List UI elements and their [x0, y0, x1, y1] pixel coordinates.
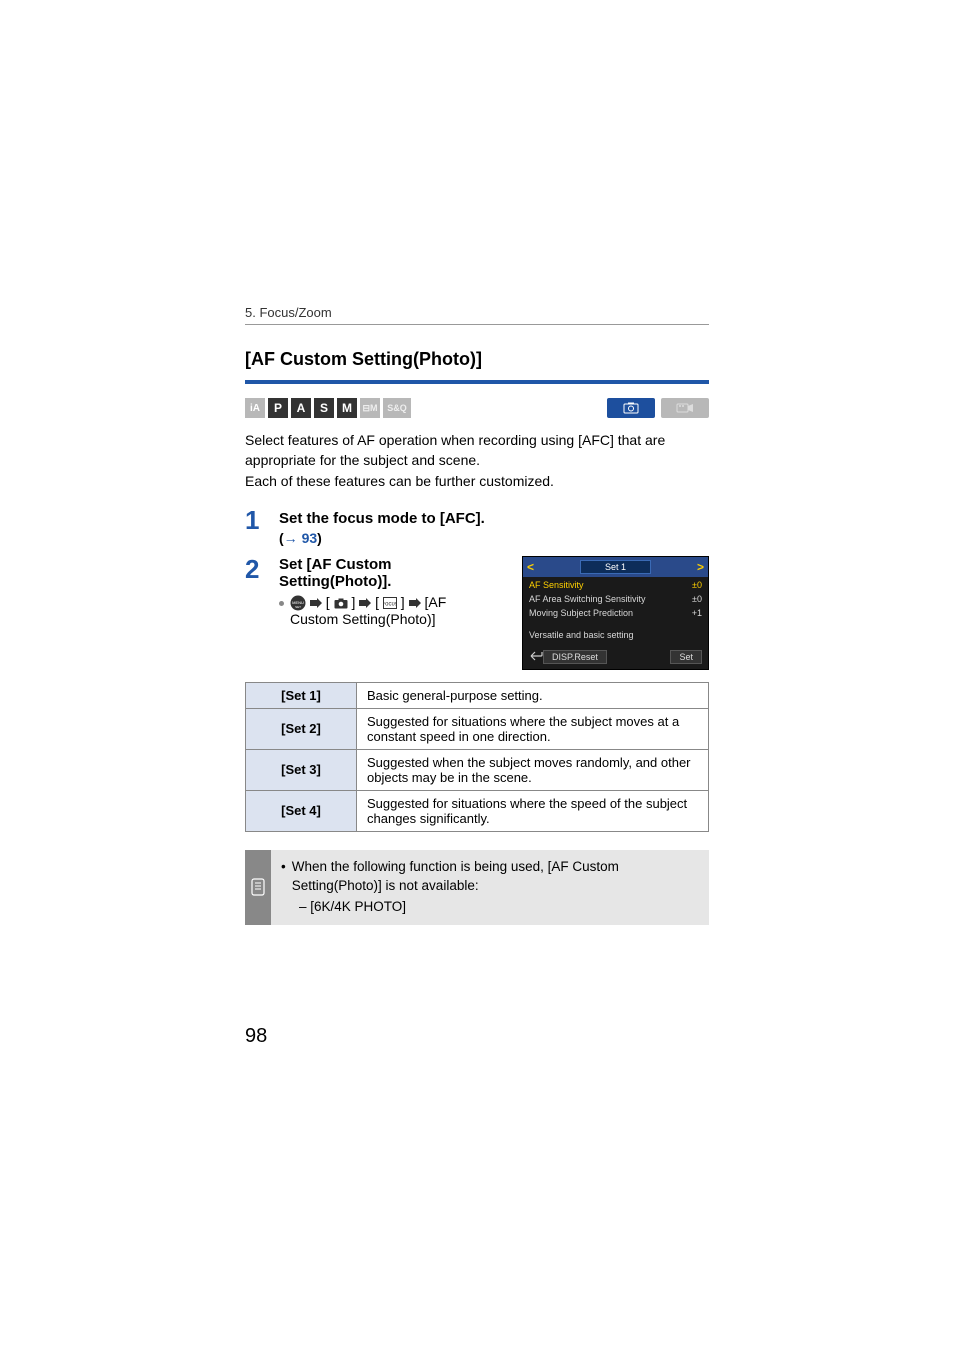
camera-desc: Versatile and basic setting [523, 624, 708, 646]
camera-set-title: Set 1 [580, 560, 651, 574]
path-arrow-icon [359, 598, 371, 608]
step-1-title: Set the focus mode to [AFC]. [279, 510, 709, 527]
camera-row-label: AF Area Switching Sensitivity [529, 594, 646, 604]
table-row: [Set 1] Basic general-purpose setting. [246, 682, 709, 708]
camera-row-af-sensitivity: AF Sensitivity ±0 [529, 578, 702, 592]
set-desc: Suggested for situations where the subje… [357, 708, 709, 749]
page-ref-link[interactable]: 93 [302, 530, 318, 546]
camera-preview: < Set 1 > AF Sensitivity ±0 AF Area Swit… [522, 556, 709, 670]
camera-row-value: ±0 [692, 580, 702, 590]
category-icons [607, 398, 709, 418]
note-bullet: When the following function is being use… [281, 858, 697, 896]
note-icon [245, 850, 271, 925]
set-desc: Suggested when the subject moves randoml… [357, 749, 709, 790]
table-row: [Set 4] Suggested for situations where t… [246, 790, 709, 831]
table-row: [Set 3] Suggested when the subject moves… [246, 749, 709, 790]
table-row: [Set 2] Suggested for situations where t… [246, 708, 709, 749]
breadcrumb: 5. Focus/Zoom [245, 305, 709, 325]
step-2-title: Set [AF Custom Setting(Photo)]. [279, 556, 498, 590]
focus-tab-icon: ꜰᴏᴄᴜꜱ [383, 597, 397, 609]
camera-set-btn: Set [670, 650, 702, 664]
camera-row-value: +1 [692, 608, 702, 618]
svg-text:ꜰᴏᴄᴜꜱ: ꜰᴏᴄᴜꜱ [383, 602, 397, 608]
intro-text: Select features of AF operation when rec… [245, 430, 709, 491]
mode-dial-icons: iA P A S M ⊟M S&Q [245, 398, 411, 418]
svg-text:SET: SET [295, 605, 301, 609]
chevron-right-icon: > [697, 560, 704, 574]
mode-ia-icon: iA [245, 398, 265, 418]
camera-row-label: AF Sensitivity [529, 580, 584, 590]
photo-category-icon [607, 398, 655, 418]
settings-table: [Set 1] Basic general-purpose setting. [… [245, 682, 709, 832]
step-2: 2 Set [AF Custom Setting(Photo)]. MENUSE… [245, 556, 709, 670]
set-name: [Set 4] [246, 790, 357, 831]
ref-close: ) [317, 530, 322, 546]
set-name: [Set 2] [246, 708, 357, 749]
note-box: When the following function is being use… [245, 850, 709, 925]
camera-row-moving-subject: Moving Subject Prediction +1 [529, 606, 702, 620]
camera-disp-reset: DISP.Reset [543, 650, 607, 664]
back-arrow-icon [529, 651, 543, 663]
right-arrow-icon: → [284, 530, 298, 546]
mode-p-icon: P [268, 398, 288, 418]
video-category-icon [661, 398, 709, 418]
set-desc: Suggested for situations where the speed… [357, 790, 709, 831]
bullet-icon [279, 601, 284, 606]
step-1-reference: (→ 93) [279, 530, 709, 546]
page-number: 98 [245, 1025, 267, 1048]
step-1-number: 1 [245, 507, 279, 546]
path-arrow-icon [409, 598, 421, 608]
title-divider [245, 380, 709, 384]
path-arrow-icon [310, 598, 322, 608]
intro-line-2: Each of these features can be further cu… [245, 471, 709, 491]
camera-tab-icon [334, 598, 348, 609]
camera-preview-header: < Set 1 > [523, 557, 708, 577]
note-text: When the following function is being use… [292, 858, 697, 896]
bullet-icon [281, 858, 286, 896]
menu-set-icon: MENUSET [290, 595, 306, 611]
chevron-left-icon: < [527, 560, 534, 574]
note-sub-item: – [6K/4K PHOTO] [281, 898, 697, 917]
camera-row-area-switching: AF Area Switching Sensitivity ±0 [529, 592, 702, 606]
section-title: [AF Custom Setting(Photo)] [245, 349, 709, 370]
mode-sq-icon: S&Q [383, 398, 411, 418]
step-1: 1 Set the focus mode to [AFC]. (→ 93) [245, 507, 709, 546]
camera-row-value: ±0 [692, 594, 702, 604]
mode-s-icon: S [314, 398, 334, 418]
intro-line-1: Select features of AF operation when rec… [245, 430, 709, 471]
set-desc: Basic general-purpose setting. [357, 682, 709, 708]
menu-path: MENUSET [ ] [ ꜰᴏᴄᴜꜱ ] [AF C [279, 594, 498, 627]
set-name: [Set 3] [246, 749, 357, 790]
mode-m-icon: M [337, 398, 357, 418]
mode-creative-video-icon: ⊟M [360, 398, 380, 418]
set-name: [Set 1] [246, 682, 357, 708]
mode-a-icon: A [291, 398, 311, 418]
step-2-number: 2 [245, 556, 279, 670]
mode-row: iA P A S M ⊟M S&Q [245, 398, 709, 418]
camera-row-label: Moving Subject Prediction [529, 608, 633, 618]
